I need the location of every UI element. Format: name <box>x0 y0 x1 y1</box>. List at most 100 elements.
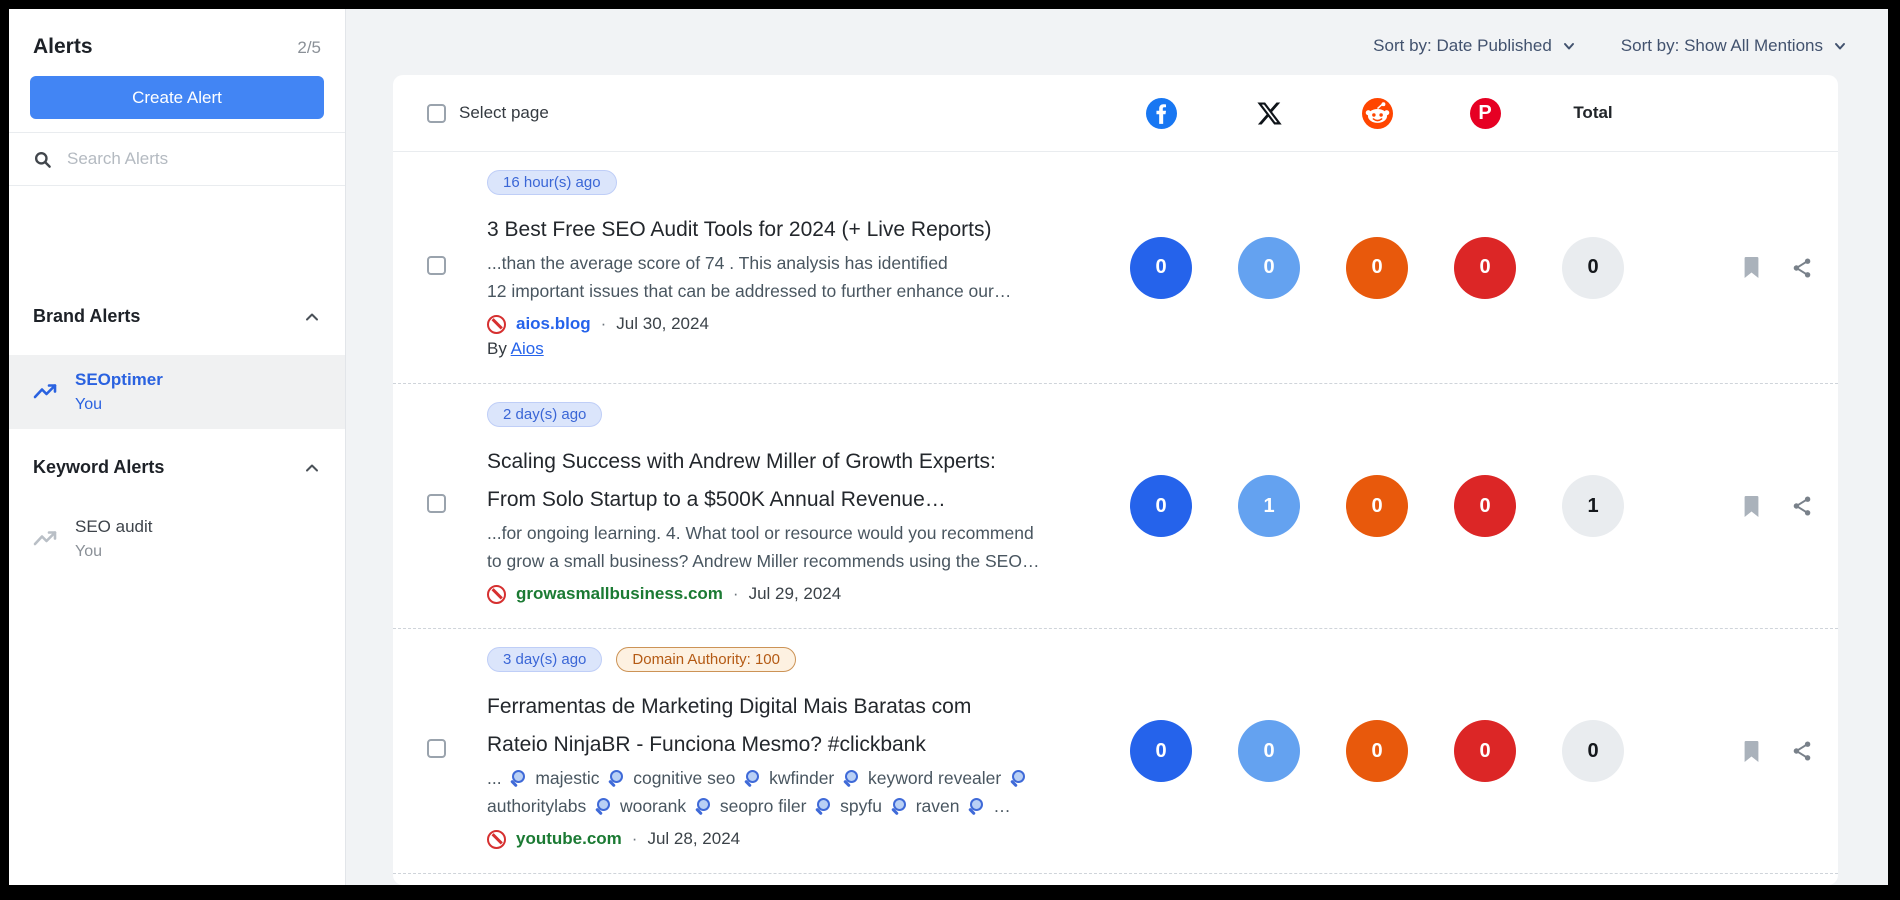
blocked-icon[interactable] <box>487 315 506 334</box>
search-icon <box>33 150 52 169</box>
sort-by-mentions-dropdown[interactable]: Sort by: Show All Mentions <box>1621 36 1848 56</box>
magnifier-emoji-icon <box>695 798 711 814</box>
alerts-counter: 2/5 <box>297 38 321 58</box>
pinterest-icon: P <box>1470 98 1501 129</box>
mention-row: 2 day(s) ago Scaling Success with Andrew… <box>393 384 1838 629</box>
x-icon <box>1256 100 1283 127</box>
chevron-up-icon[interactable] <box>303 459 321 477</box>
magnifier-emoji-icon <box>968 798 984 814</box>
dot-separator: · <box>601 314 607 334</box>
select-page-label: Select page <box>459 103 549 123</box>
mention-title[interactable]: From Solo Startup to a $500K Annual Reve… <box>487 481 1087 519</box>
mention-row: 16 hour(s) ago 3 Best Free SEO Audit Too… <box>393 152 1838 384</box>
bookmark-button[interactable] <box>1740 739 1763 764</box>
mention-snippet: ...than the average score of 74 . This a… <box>487 249 1087 277</box>
author-link[interactable]: Aios <box>511 339 544 358</box>
source-domain-link[interactable]: aios.blog <box>516 314 591 334</box>
row-checkbox[interactable] <box>427 739 446 758</box>
mention-title[interactable]: Rateio NinjaBR - Funciona Mesmo? #clickb… <box>487 726 1087 764</box>
time-ago-badge: 16 hour(s) ago <box>487 170 617 195</box>
keyword-alerts-section-header[interactable]: Keyword Alerts <box>9 457 345 478</box>
total-count-badge: 0 <box>1562 720 1624 782</box>
mention-title[interactable]: Ferramentas de Marketing Digital Mais Ba… <box>487 688 1087 726</box>
x-count-badge: 1 <box>1238 475 1300 537</box>
alert-name: SEOptimer <box>75 370 163 390</box>
alert-owner: You <box>75 543 153 561</box>
time-ago-badge: 2 day(s) ago <box>487 402 602 427</box>
bookmark-button[interactable] <box>1740 255 1763 280</box>
byline: By Aios <box>487 339 1087 359</box>
brand-alerts-section-header[interactable]: Brand Alerts <box>9 306 345 327</box>
create-alert-button[interactable]: Create Alert <box>30 76 324 119</box>
sidebar-item-seo-audit[interactable]: SEO audit You <box>9 502 345 576</box>
alert-owner: You <box>75 396 163 414</box>
source-domain-link[interactable]: youtube.com <box>516 829 622 849</box>
facebook-count-badge: 0 <box>1130 475 1192 537</box>
trending-up-icon <box>33 527 57 551</box>
alerts-sidebar: Alerts 2/5 Create Alert Brand Alerts <box>9 9 346 885</box>
dot-separator: · <box>733 584 739 604</box>
sort-by-date-dropdown[interactable]: Sort by: Date Published <box>1373 36 1577 56</box>
mention-snippet: authoritylabs woorank seopro filer spyfu… <box>487 792 1087 820</box>
sidebar-title: Alerts <box>33 35 93 59</box>
blocked-icon[interactable] <box>487 585 506 604</box>
sidebar-item-seoptimer[interactable]: SEOptimer You <box>9 355 345 429</box>
mention-snippet: ...for ongoing learning. 4. What tool or… <box>487 519 1087 547</box>
pinterest-count-badge: 0 <box>1454 720 1516 782</box>
time-ago-badge: 3 day(s) ago <box>487 647 602 672</box>
keyword-alerts-label: Keyword Alerts <box>33 457 164 478</box>
x-count-badge: 0 <box>1238 720 1300 782</box>
magnifier-emoji-icon <box>891 798 907 814</box>
magnifier-emoji-icon <box>608 770 624 786</box>
reddit-count-badge: 0 <box>1346 475 1408 537</box>
magnifier-emoji-icon <box>1010 770 1026 786</box>
facebook-count-badge: 0 <box>1130 237 1192 299</box>
total-column-label: Total <box>1573 103 1612 123</box>
facebook-icon <box>1146 98 1177 129</box>
share-button[interactable] <box>1790 739 1814 763</box>
table-header-row: Select page <box>393 75 1838 152</box>
domain-authority-badge: Domain Authority: 100 <box>616 647 796 672</box>
share-button[interactable] <box>1790 494 1814 518</box>
mention-title[interactable]: 3 Best Free SEO Audit Tools for 2024 (+ … <box>487 211 1087 249</box>
dot-separator: · <box>632 829 638 849</box>
mention-snippet: ... majestic cognitive seo kwfinder keyw… <box>487 764 1087 792</box>
mention-snippet: to grow a small business? Andrew Miller … <box>487 547 1087 575</box>
mention-title[interactable]: Scaling Success with Andrew Miller of Gr… <box>487 443 1087 481</box>
chevron-down-icon <box>1561 38 1577 54</box>
source-domain-link[interactable]: growasmallbusiness.com <box>516 584 723 604</box>
row-checkbox[interactable] <box>427 494 446 513</box>
mentions-main-area: Sort by: Date Published Sort by: Show Al… <box>346 9 1888 885</box>
publish-date: Jul 29, 2024 <box>749 584 842 604</box>
blocked-icon[interactable] <box>487 830 506 849</box>
total-count-badge: 1 <box>1562 475 1624 537</box>
reddit-icon <box>1362 98 1393 129</box>
bookmark-button[interactable] <box>1740 494 1763 519</box>
alert-name: SEO audit <box>75 517 153 537</box>
magnifier-emoji-icon <box>843 770 859 786</box>
chevron-down-icon <box>1832 38 1848 54</box>
search-alerts-input[interactable] <box>67 149 321 169</box>
pinterest-count-badge: 0 <box>1454 475 1516 537</box>
publish-date: Jul 28, 2024 <box>647 829 740 849</box>
app-window: Alerts 2/5 Create Alert Brand Alerts <box>9 9 1888 885</box>
total-count-badge: 0 <box>1562 237 1624 299</box>
byline-prefix: By <box>487 339 507 358</box>
divider <box>9 185 345 186</box>
mention-row: 3 day(s) ago Domain Authority: 100 Ferra… <box>393 629 1838 874</box>
pinterest-count-badge: 0 <box>1454 237 1516 299</box>
chevron-up-icon[interactable] <box>303 308 321 326</box>
row-checkbox[interactable] <box>427 256 446 275</box>
sort-by-mentions-label: Sort by: Show All Mentions <box>1621 36 1823 56</box>
sort-by-date-label: Sort by: Date Published <box>1373 36 1552 56</box>
magnifier-emoji-icon <box>815 798 831 814</box>
publish-date: Jul 30, 2024 <box>616 314 709 334</box>
select-page-checkbox[interactable] <box>427 104 446 123</box>
share-button[interactable] <box>1790 256 1814 280</box>
brand-alerts-label: Brand Alerts <box>33 306 140 327</box>
reddit-count-badge: 0 <box>1346 237 1408 299</box>
reddit-count-badge: 0 <box>1346 720 1408 782</box>
trending-up-icon <box>33 380 57 404</box>
mention-snippet: 12 important issues that can be addresse… <box>487 277 1087 305</box>
mentions-card: Select page <box>393 75 1838 885</box>
